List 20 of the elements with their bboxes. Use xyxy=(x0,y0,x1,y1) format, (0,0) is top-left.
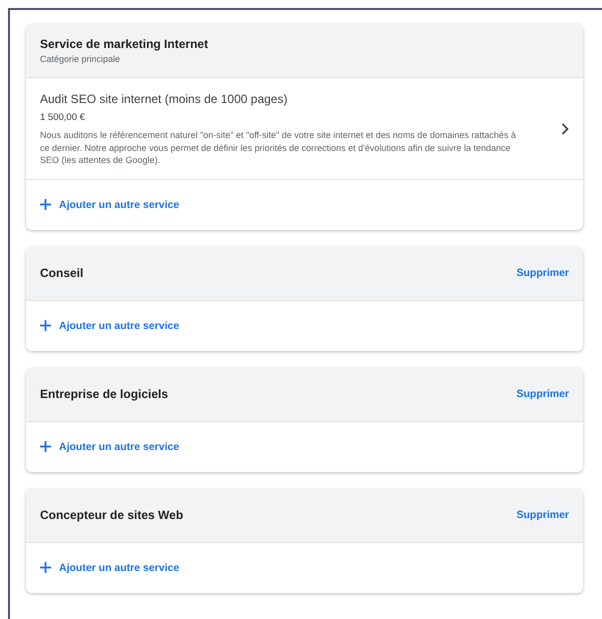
delete-link[interactable]: Supprimer xyxy=(516,388,569,400)
service-price: 1 500,00 € xyxy=(40,112,86,123)
service-description: Nous auditons le référencement naturel "on-site" et "off-site" de votre site internet et des noms de domaines rattachés à ce dernier. Notre approche vous permet de définir les priorités de corrections et d'évolutions afin de suivre la tendance SEO (les attentes de Google). xyxy=(40,129,517,166)
category-title: Service de marketing Internet xyxy=(40,37,208,51)
chevron-right-icon xyxy=(561,123,569,136)
delete-link[interactable]: Supprimer xyxy=(516,509,569,521)
service-name: Audit SEO site internet (moins de 1000 pages) xyxy=(40,92,288,106)
plus-icon xyxy=(40,562,51,573)
plus-icon xyxy=(40,441,51,452)
category-title: Concepteur de sites Web xyxy=(40,508,184,522)
add-service-button[interactable]: Ajouter un autre service xyxy=(40,320,180,332)
add-service-button[interactable]: Ajouter un autre service xyxy=(40,440,180,452)
category-subtitle: Catégorie principale xyxy=(40,54,122,64)
plus-icon xyxy=(40,320,51,331)
category-title: Conseil xyxy=(40,266,84,280)
add-service-button[interactable]: Ajouter un autre service xyxy=(40,198,180,210)
add-service-button[interactable]: Ajouter un autre service xyxy=(40,562,180,574)
delete-link[interactable]: Supprimer xyxy=(516,267,569,279)
plus-icon xyxy=(40,199,51,210)
category-title: Entreprise de logiciels xyxy=(40,387,168,401)
